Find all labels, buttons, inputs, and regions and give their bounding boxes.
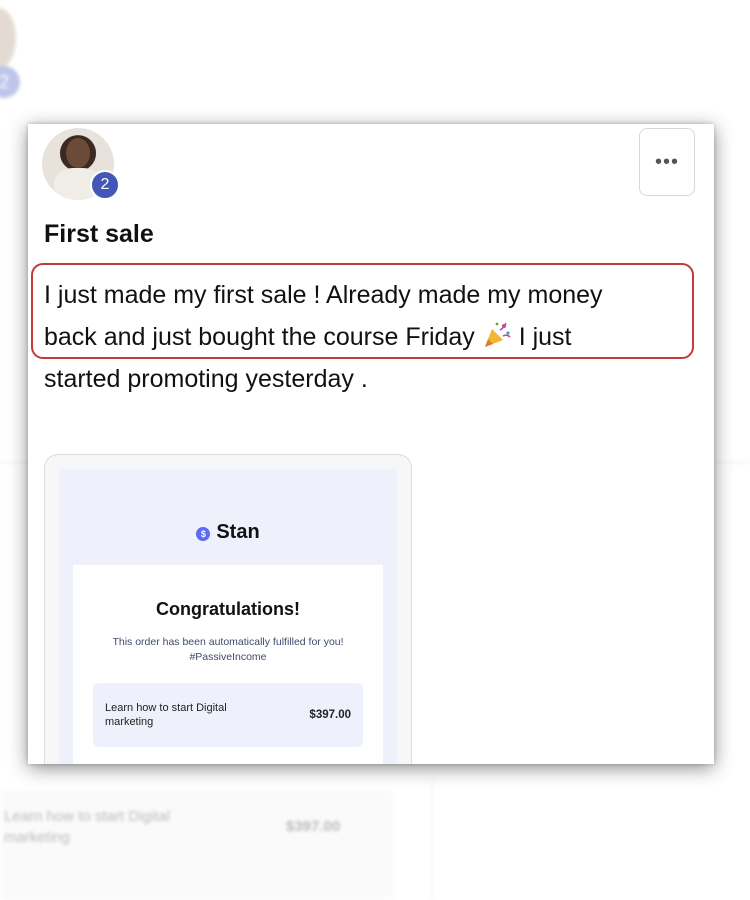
background-level-badge: 2 bbox=[0, 66, 20, 98]
receipt-heading: Congratulations! bbox=[156, 599, 300, 619]
post-body-line-3: started promoting yesterday . bbox=[44, 365, 368, 393]
avatar-face bbox=[66, 138, 90, 168]
background-avatar bbox=[0, 8, 16, 68]
post-body-line-2-start: back and just bought the course Friday bbox=[44, 323, 482, 351]
background-order-label: Learn how to start Digital marketing bbox=[4, 808, 170, 846]
more-options-icon: ••• bbox=[654, 150, 679, 173]
background-divider-vertical bbox=[432, 780, 433, 900]
order-price: $397.00 bbox=[309, 709, 351, 721]
post-body-line-2: back and just bought the course Friday I… bbox=[44, 316, 694, 358]
background-order-price: $397.00 bbox=[286, 818, 341, 835]
post-body-line-2-end: I just bbox=[511, 323, 572, 351]
level-badge: 2 bbox=[90, 170, 120, 200]
post-card: 2 ••• First sale I just made my first sa… bbox=[28, 124, 714, 764]
more-options-button[interactable]: ••• bbox=[639, 128, 695, 196]
post-title: First sale bbox=[44, 220, 154, 248]
receipt-subtext-line-2: #PassiveIncome bbox=[189, 651, 267, 663]
receipt-subtext: This order has been automatically fulfil… bbox=[91, 635, 365, 665]
receipt-background: $ Stan Congratulations! This order has be… bbox=[59, 469, 397, 764]
order-label: Learn how to start Digital marketing bbox=[105, 702, 227, 728]
brand-name: Stan bbox=[216, 521, 260, 543]
post-body: I just made my first sale ! Already made… bbox=[44, 274, 694, 400]
attached-image[interactable]: $ Stan Congratulations! This order has be… bbox=[44, 454, 412, 764]
receipt-subtext-line-1: This order has been automatically fulfil… bbox=[112, 636, 344, 648]
party-popper-icon bbox=[484, 322, 511, 347]
stan-logo-icon: $ bbox=[196, 527, 211, 541]
receipt-card: Congratulations! This order has been aut… bbox=[73, 565, 383, 764]
brand-logo: $ Stan bbox=[59, 521, 397, 544]
order-row: Learn how to start Digital marketing $39… bbox=[93, 683, 363, 747]
post-body-line-1: I just made my first sale ! Already made… bbox=[44, 281, 603, 309]
